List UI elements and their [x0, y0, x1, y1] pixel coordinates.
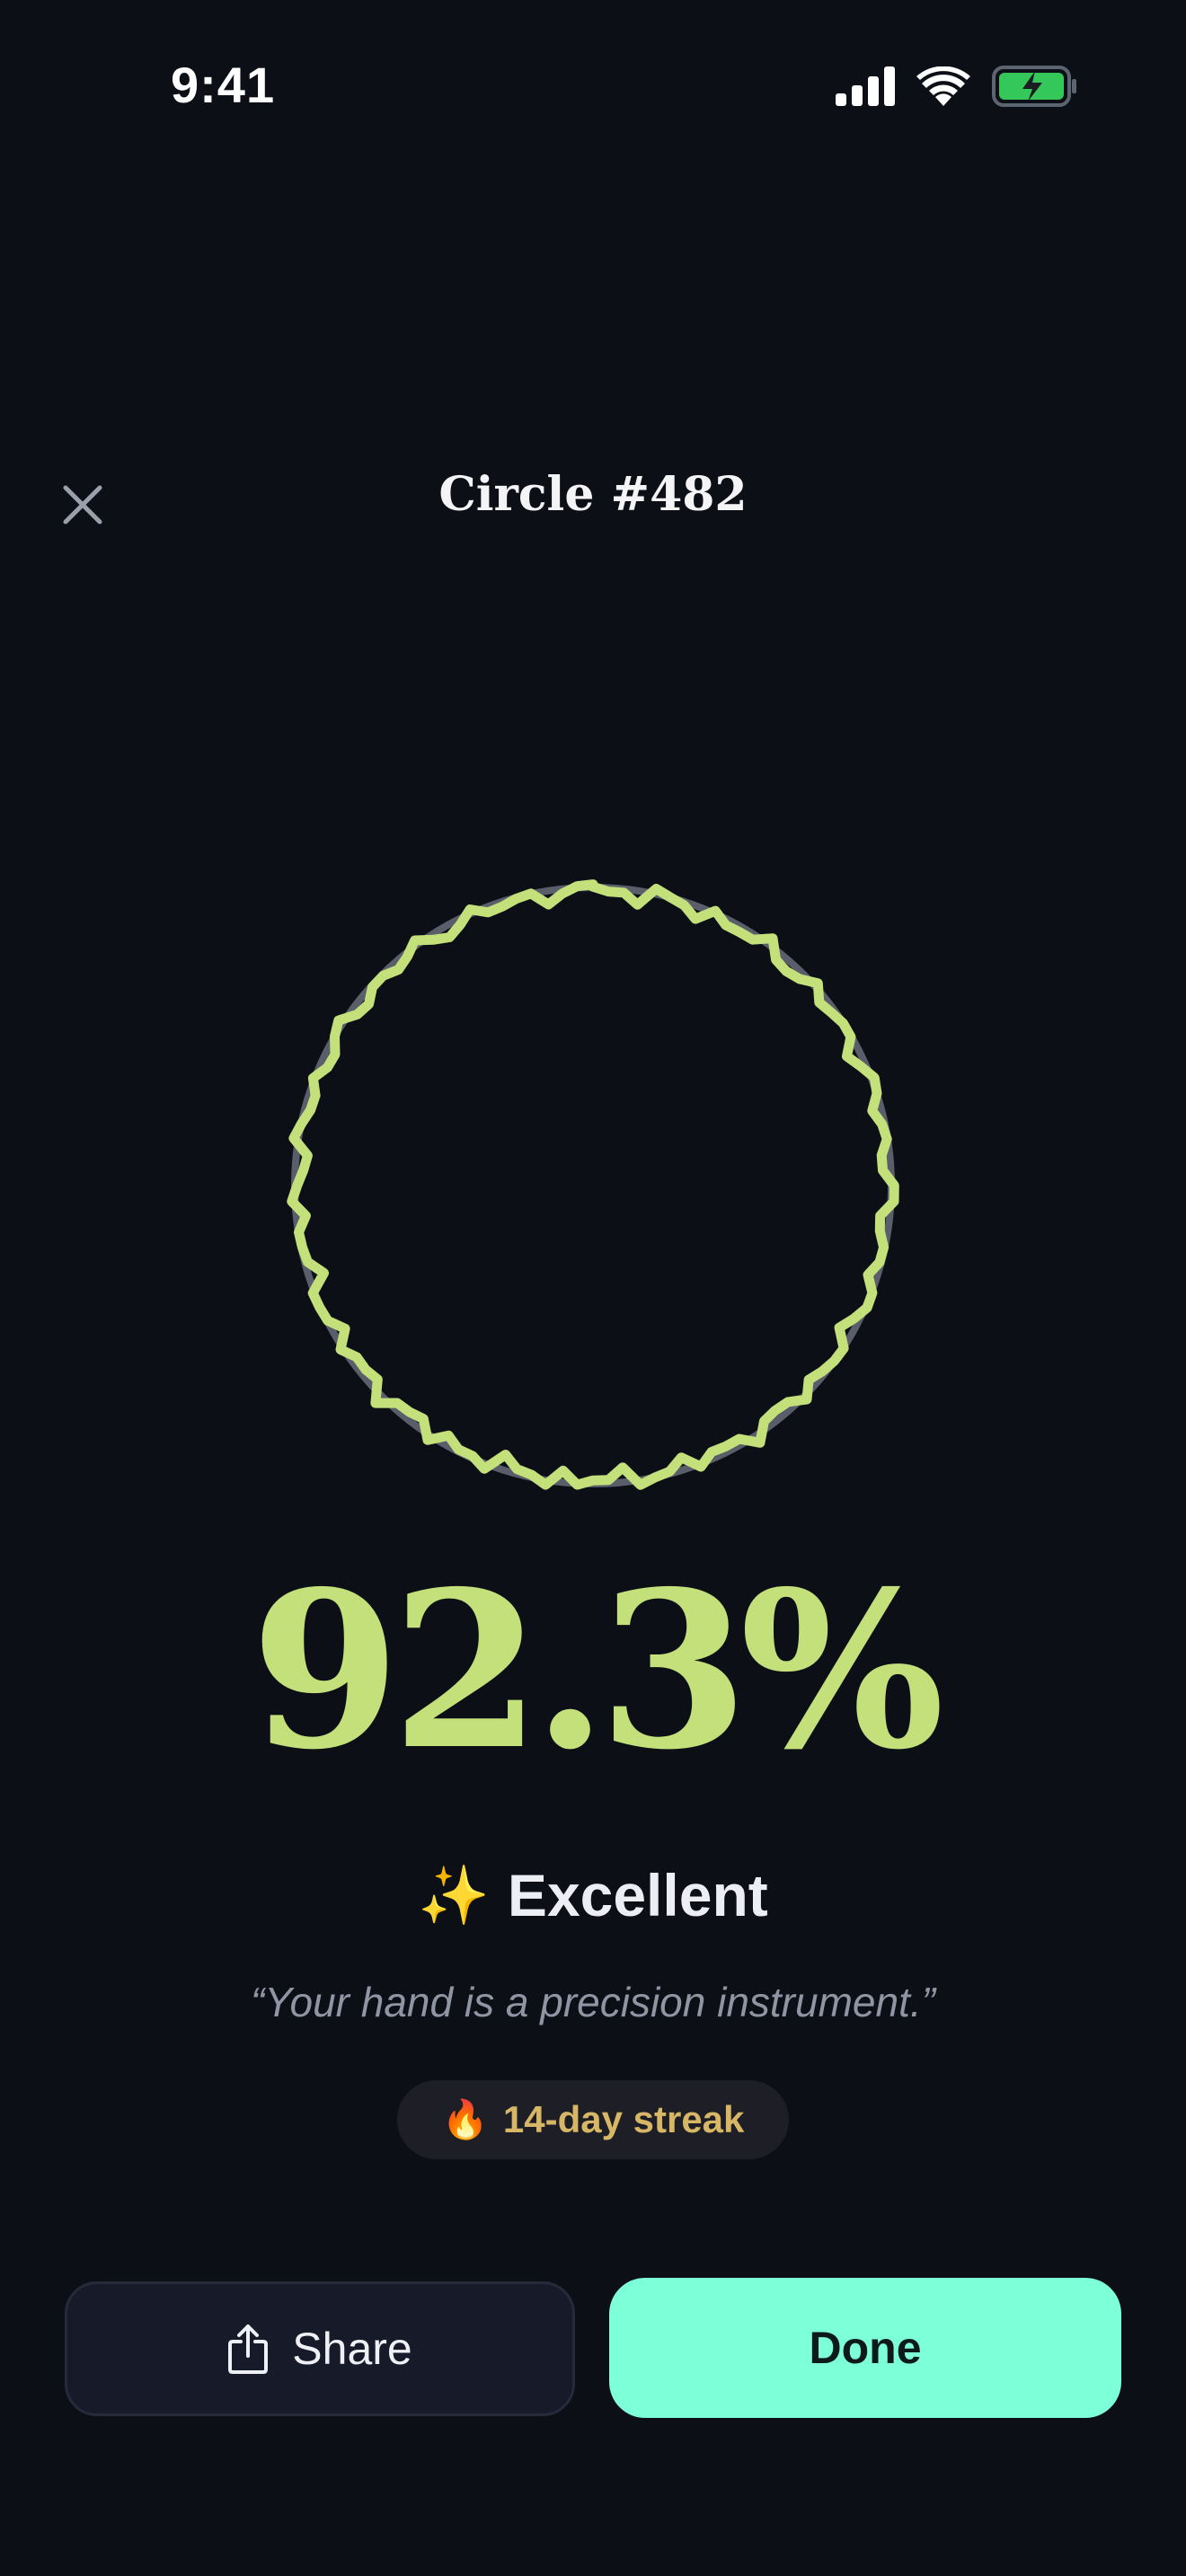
fire-icon: 🔥	[441, 2097, 489, 2140]
status-icons	[836, 61, 1078, 111]
status-time: 9:41	[171, 57, 276, 113]
streak-badge: 🔥 14-day streak	[397, 2080, 789, 2159]
status-bar: 9:41	[0, 0, 1186, 171]
wifi-icon	[916, 66, 970, 106]
quote: “Your hand is a precision instrument.”	[251, 1979, 935, 2025]
page-title: Circle #482	[438, 467, 748, 522]
score-percentage: 92.3%	[250, 1544, 945, 1797]
streak-label: 14-day streak	[502, 2098, 745, 2140]
circle-drawing	[287, 879, 899, 1490]
done-button[interactable]: Done	[609, 2278, 1121, 2418]
share-label: Share	[292, 2324, 412, 2374]
done-label: Done	[809, 2323, 922, 2373]
rating-label: Excellent	[507, 1862, 768, 1928]
cellular-signal-icon	[836, 66, 895, 106]
share-icon	[228, 2325, 269, 2374]
sparkles-icon: ✨	[418, 1862, 490, 1928]
share-button[interactable]: Share	[65, 2281, 575, 2416]
battery-charging-icon	[992, 66, 1076, 107]
rating: ✨ Excellent	[0, 1861, 1186, 1929]
